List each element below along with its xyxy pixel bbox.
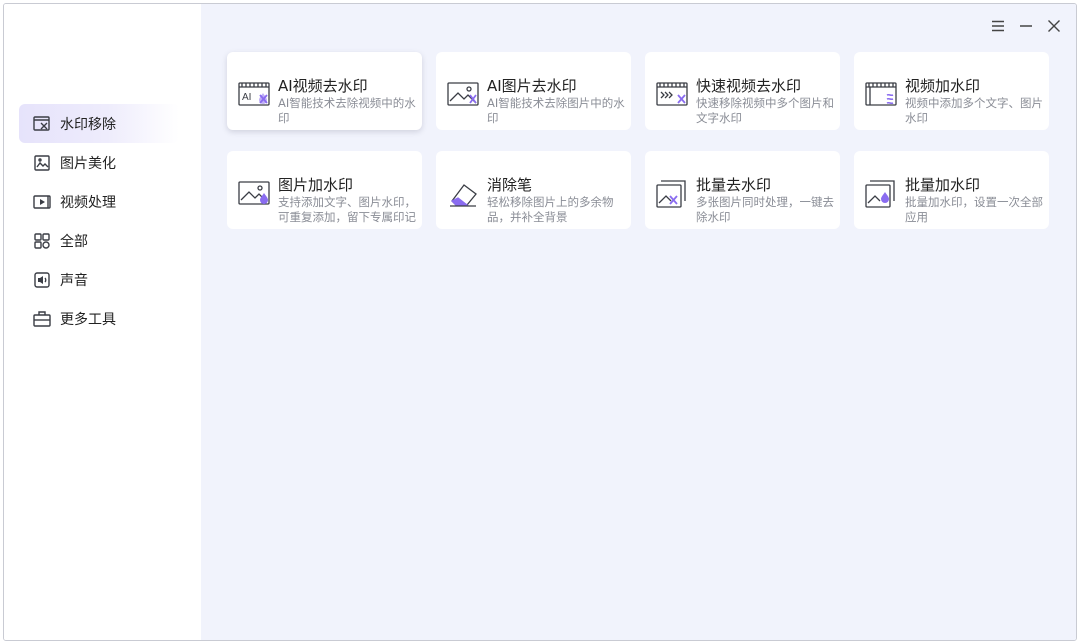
sidebar-item-image-beautify[interactable]: 图片美化 [19,143,179,182]
card-title: 快速视频去水印 [696,77,802,95]
card-title: 批量去水印 [696,176,772,194]
card-description: AI智能技术去除视频中的水印 [278,96,416,125]
card-fast-video-remove[interactable]: 快速视频去水印 快速移除视频中多个图片和文字水印 [645,52,840,130]
sidebar-item-label: 更多工具 [60,311,116,328]
card-image-add-watermark[interactable]: 图片加水印 支持添加文字、图片水印，可重复添加，留下专属印记 [227,151,422,229]
minimize-icon [1020,25,1032,27]
minimize-button[interactable] [1016,16,1036,36]
sidebar-item-label: 声音 [60,272,88,289]
image-beautify-icon [32,153,52,173]
card-title: AI图片去水印 [487,77,577,95]
sidebar-nav: 水印移除 图片美化 视频处理 全部 声音 更多工具 [19,104,179,338]
ai-image-remove-icon [446,80,480,110]
card-description: 多张图片同时处理，一键去除水印 [696,195,834,224]
fast-video-remove-icon [655,80,689,110]
sidebar-item-label: 图片美化 [60,155,116,172]
card-title: 图片加水印 [278,176,354,194]
svg-text:AI: AI [242,92,251,103]
sidebar-item-audio[interactable]: 声音 [19,260,179,299]
sidebar-item-all[interactable]: 全部 [19,221,179,260]
main-panel: AI AI视频去水印 AI智能技术去除视频中的水印 AI图片去水印 AI智能技术… [201,4,1076,640]
window-controls [988,16,1064,36]
card-title: 视频加水印 [905,77,981,95]
audio-icon [32,270,52,290]
card-title: 消除笔 [487,176,533,194]
sidebar-item-label: 视频处理 [60,194,116,211]
toolbox-icon [32,309,52,329]
card-eraser[interactable]: 消除笔 轻松移除图片上的多余物品，并补全背景 [436,151,631,229]
card-title: 批量加水印 [905,176,981,194]
eraser-icon [446,179,480,209]
sidebar: 水印移除 图片美化 视频处理 全部 声音 更多工具 [4,4,201,640]
menu-button[interactable] [988,16,1008,36]
card-description: 轻松移除图片上的多余物品，并补全背景 [487,195,614,224]
card-ai-video-remove[interactable]: AI AI视频去水印 AI智能技术去除视频中的水印 [227,52,422,130]
grid-all-icon [32,231,52,251]
menu-icon [992,20,1004,32]
card-title: AI视频去水印 [278,77,368,95]
close-button[interactable] [1044,16,1064,36]
close-icon [1048,20,1060,32]
ai-video-remove-icon: AI [237,80,271,110]
batch-add-icon [864,179,898,209]
sidebar-item-more-tools[interactable]: 更多工具 [19,299,179,338]
sidebar-item-label: 全部 [60,233,88,250]
sidebar-item-video-process[interactable]: 视频处理 [19,182,179,221]
card-description: 快速移除视频中多个图片和文字水印 [696,96,834,125]
watermark-remove-icon [32,114,52,134]
sidebar-item-label: 水印移除 [60,116,116,133]
app-window: 水印移除 图片美化 视频处理 全部 声音 更多工具 AI AI视频去水印 AI智… [3,3,1077,641]
card-batch-add[interactable]: 批量加水印 批量加水印，设置一次全部应用 [854,151,1049,229]
image-add-watermark-icon [237,179,271,209]
sidebar-item-watermark-remove[interactable]: 水印移除 [19,104,179,143]
card-ai-image-remove[interactable]: AI图片去水印 AI智能技术去除图片中的水印 [436,52,631,130]
card-description: 视频中添加多个文字、图片水印 [905,96,1043,125]
batch-remove-icon [655,179,689,209]
card-description: AI智能技术去除图片中的水印 [487,96,625,125]
card-description: 支持添加文字、图片水印，可重复添加，留下专属印记 [278,195,416,224]
card-batch-remove[interactable]: 批量去水印 多张图片同时处理，一键去除水印 [645,151,840,229]
card-description: 批量加水印，设置一次全部应用 [905,195,1043,224]
video-process-icon [32,192,52,212]
video-add-watermark-icon [864,80,898,110]
card-video-add-watermark[interactable]: 视频加水印 视频中添加多个文字、图片水印 [854,52,1049,130]
